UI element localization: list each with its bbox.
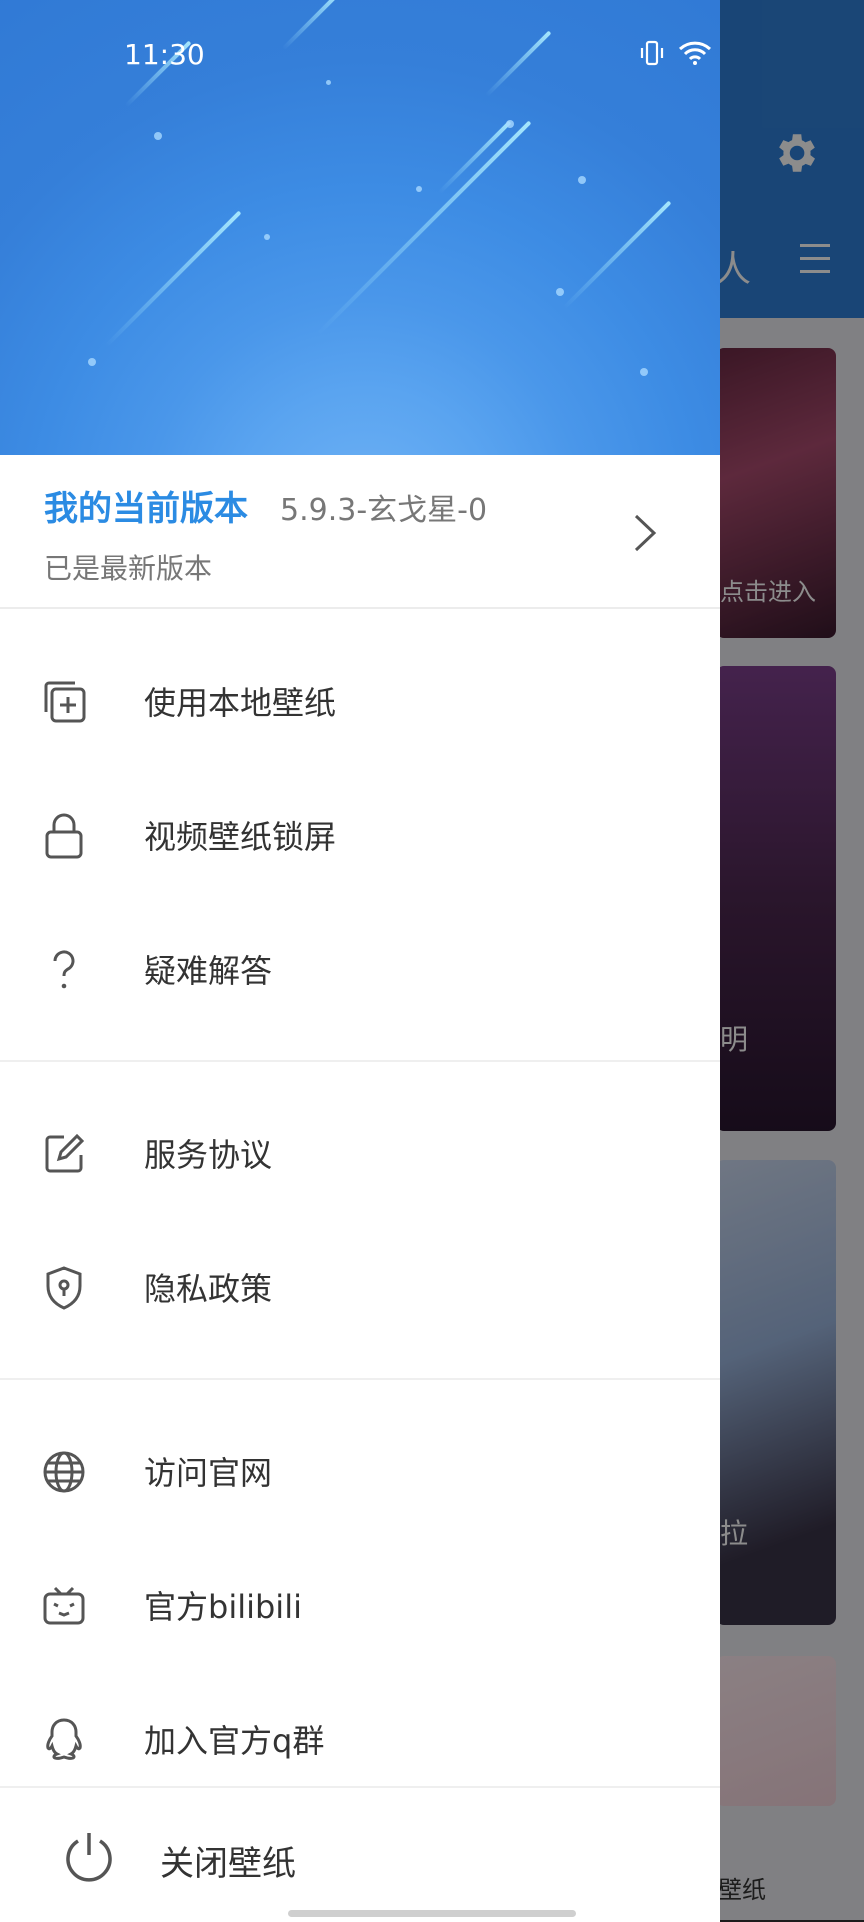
question-icon xyxy=(53,950,75,989)
version-title: 我的当前版本 xyxy=(44,489,248,529)
status-time: 11:30 xyxy=(124,38,205,71)
menu-item-label: 官方bilibili xyxy=(144,1588,302,1626)
menu-item-service-agreement[interactable]: 服务协议 xyxy=(0,1086,720,1220)
version-status: 已是最新版本 xyxy=(44,552,213,585)
home-indicator[interactable] xyxy=(288,1910,576,1917)
wifi-icon xyxy=(678,41,712,65)
menu-item-video-lock[interactable]: 视频壁纸锁屏 xyxy=(0,768,720,902)
star-decoration xyxy=(578,176,586,184)
menu-item-faq[interactable]: 疑难解答 xyxy=(0,902,720,1036)
star-decoration xyxy=(556,288,564,296)
meteor-decoration xyxy=(282,0,342,50)
divider xyxy=(0,1060,720,1062)
edit-document-icon xyxy=(45,1133,85,1173)
meteor-decoration xyxy=(316,120,532,336)
lock-icon xyxy=(45,813,83,859)
menu-item-label: 使用本地壁纸 xyxy=(144,684,337,722)
menu-item-label: 加入官方q群 xyxy=(144,1722,325,1760)
navigation-drawer: 11:30 43 我的当前版本 5.9.3 xyxy=(0,0,720,1922)
power-icon xyxy=(66,1833,112,1882)
menu-item-label: 访问官网 xyxy=(144,1454,273,1492)
menu-item-label: 服务协议 xyxy=(144,1136,273,1174)
meteor-decoration xyxy=(437,120,512,195)
menu-item-local-wallpaper[interactable]: 使用本地壁纸 xyxy=(0,634,720,768)
meteor-decoration xyxy=(104,210,242,348)
version-row[interactable]: 我的当前版本 5.9.3-玄戈星-0 已是最新版本 xyxy=(0,455,720,609)
menu-item-label: 隐私政策 xyxy=(144,1270,273,1308)
meteor-decoration xyxy=(562,200,672,310)
star-decoration xyxy=(154,132,162,140)
menu-item-official-site[interactable]: 访问官网 xyxy=(0,1404,720,1538)
meteor-decoration xyxy=(484,30,552,98)
star-decoration xyxy=(416,186,422,192)
menu-item-bilibili[interactable]: 官方bilibili xyxy=(0,1538,720,1672)
star-decoration xyxy=(264,234,270,240)
star-decoration xyxy=(640,368,648,376)
bilibili-icon xyxy=(43,1586,85,1625)
status-icons: 43 xyxy=(640,40,720,66)
local-wallpaper-icon xyxy=(44,681,86,723)
star-decoration xyxy=(326,80,331,85)
star-decoration xyxy=(506,120,514,128)
chevron-right-icon xyxy=(634,514,657,552)
shield-icon xyxy=(46,1266,82,1310)
globe-icon xyxy=(43,1451,85,1493)
close-wallpaper-button[interactable]: 关闭壁纸 xyxy=(0,1786,720,1922)
star-decoration xyxy=(88,358,96,366)
menu-item-privacy-policy[interactable]: 隐私政策 xyxy=(0,1220,720,1354)
menu-item-label: 视频壁纸锁屏 xyxy=(144,818,337,856)
drawer-banner: 11:30 43 xyxy=(0,0,720,455)
vibrate-icon xyxy=(640,40,664,66)
close-wallpaper-label: 关闭壁纸 xyxy=(160,1844,296,1884)
menu-item-label: 疑难解答 xyxy=(144,952,273,990)
divider xyxy=(0,1378,720,1380)
qq-icon xyxy=(46,1718,82,1760)
version-number: 5.9.3-玄戈星-0 xyxy=(280,493,488,528)
